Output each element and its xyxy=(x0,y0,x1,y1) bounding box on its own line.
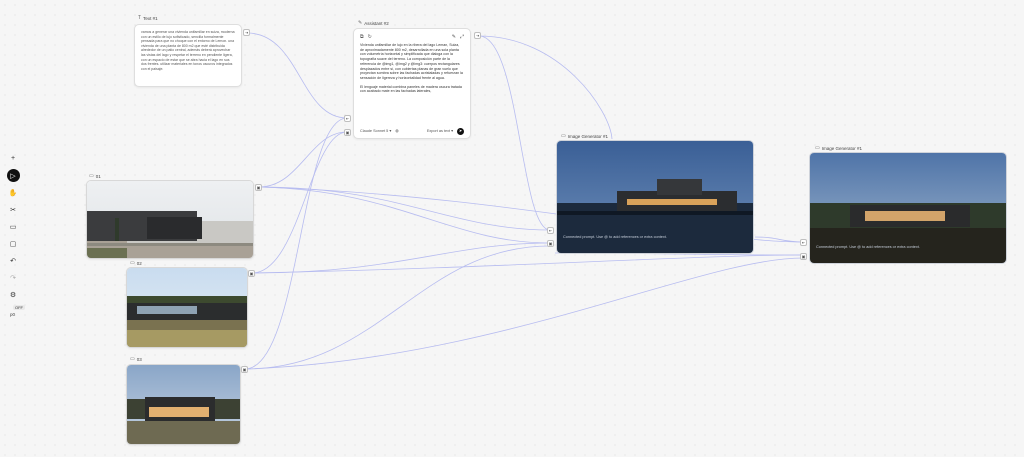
canvas-toolbar: + ▷ ✋ ✂ ▭ ▢ ↶ ↷ ⚙ xyxy=(4,152,22,301)
frame-icon[interactable]: ▭ xyxy=(7,220,20,233)
cut-icon[interactable]: ✂ xyxy=(7,203,20,216)
assistant-response: Vivienda unifamiliar de lujo en la riber… xyxy=(360,43,464,123)
text-node-body[interactable]: vamos a generar una vivienda unifamiliar… xyxy=(141,30,235,71)
image-node-03-label: ▭ 03 xyxy=(130,356,142,362)
generator-1-hint: Connected prompt. Use @ to add reference… xyxy=(563,235,667,239)
assistant-node-label: ✎ Assistant #2 xyxy=(358,20,389,26)
text-node-output-port[interactable]: ⇥ xyxy=(243,29,250,36)
comment-icon[interactable]: ▢ xyxy=(7,237,20,250)
settings-icon[interactable]: ⚙ xyxy=(7,288,20,301)
assistant-node[interactable]: ⧉ ↻ ✎ ⤢ Vivienda unifamiliar de lujo en … xyxy=(353,28,471,139)
generator-2-ref-port[interactable]: ▣ xyxy=(800,253,807,260)
zoom-indicator[interactable]: p0 xyxy=(10,312,15,317)
text-icon: T xyxy=(138,15,142,21)
image-node-01[interactable] xyxy=(86,180,254,259)
assistant-paragraph-1: Vivienda unifamiliar de lujo en la riber… xyxy=(360,43,463,80)
image-icon: ▭ xyxy=(815,145,820,151)
redo-icon[interactable]: ↷ xyxy=(7,271,20,284)
assistant-toolbar: ⧉ ↻ ✎ ⤢ xyxy=(360,33,464,41)
image-icon: ▭ xyxy=(130,356,135,362)
undo-icon[interactable]: ↶ xyxy=(7,254,20,267)
edit-icon[interactable]: ✎ xyxy=(452,34,456,40)
sparkle-icon: ✎ xyxy=(358,20,363,26)
globe-icon[interactable]: ◍ xyxy=(395,129,398,134)
image-node-02-label: ▭ 02 xyxy=(130,260,142,266)
export-dropdown[interactable]: Export as text ▾ xyxy=(427,129,453,134)
generator-2-input-port[interactable]: ⇤ xyxy=(800,239,807,246)
image-node-01-output-port[interactable]: ▣ xyxy=(255,184,262,191)
model-selector[interactable]: Claude Sonnet 5 ▾ xyxy=(360,129,391,134)
house-photo-03 xyxy=(127,365,240,444)
refresh-icon[interactable]: ↻ xyxy=(368,34,372,40)
text-node[interactable]: vamos a generar una vivienda unifamiliar… xyxy=(134,24,242,87)
assistant-footer: Claude Sonnet 5 ▾ ◍ Export as text ▾ ➤ xyxy=(360,128,464,135)
image-icon: ▭ xyxy=(130,260,135,266)
hand-icon[interactable]: ✋ xyxy=(7,186,20,199)
send-button[interactable]: ➤ xyxy=(457,128,464,135)
pointer-icon[interactable]: ▷ xyxy=(6,169,20,182)
assistant-input-port-2[interactable]: ▣ xyxy=(344,129,351,136)
generator-1-ref-port[interactable]: ▣ xyxy=(547,240,554,247)
generator-1-input-port[interactable]: ⇤ xyxy=(547,227,554,234)
image-node-03[interactable] xyxy=(126,364,241,445)
generator-node-1-label: ▭ Image Generator #1 xyxy=(561,133,609,139)
assistant-output-port[interactable]: ⇥ xyxy=(474,32,481,39)
generator-node-1[interactable]: Connected prompt. Use @ to add reference… xyxy=(556,140,754,254)
generator-2-hint: Connected prompt. Use @ to add reference… xyxy=(816,245,920,249)
image-node-01-label: ▭ 01 xyxy=(89,173,101,179)
image-node-02[interactable] xyxy=(126,267,248,348)
house-photo-01 xyxy=(87,181,253,258)
generator-node-2-label: ▭ Image Generator #1 xyxy=(815,145,863,151)
assistant-input-port[interactable]: ⇤ xyxy=(344,115,351,122)
generator-node-2[interactable]: Connected prompt. Use @ to add reference… xyxy=(809,152,1007,264)
copy-icon[interactable]: ⧉ xyxy=(360,34,364,40)
image-icon: ▭ xyxy=(561,133,566,139)
house-photo-02 xyxy=(127,268,247,347)
expand-icon[interactable]: ⤢ xyxy=(460,34,464,40)
image-node-02-output-port[interactable]: ▣ xyxy=(248,270,255,277)
image-icon: ▭ xyxy=(89,173,94,179)
text-node-label: T Text #1 xyxy=(138,15,158,21)
off-badge[interactable]: OFF xyxy=(13,305,25,310)
image-node-03-output-port[interactable]: ▣ xyxy=(241,366,248,373)
assistant-paragraph-2: El lenguaje material combina paneles de … xyxy=(360,84,462,94)
plus-icon[interactable]: + xyxy=(7,152,20,165)
